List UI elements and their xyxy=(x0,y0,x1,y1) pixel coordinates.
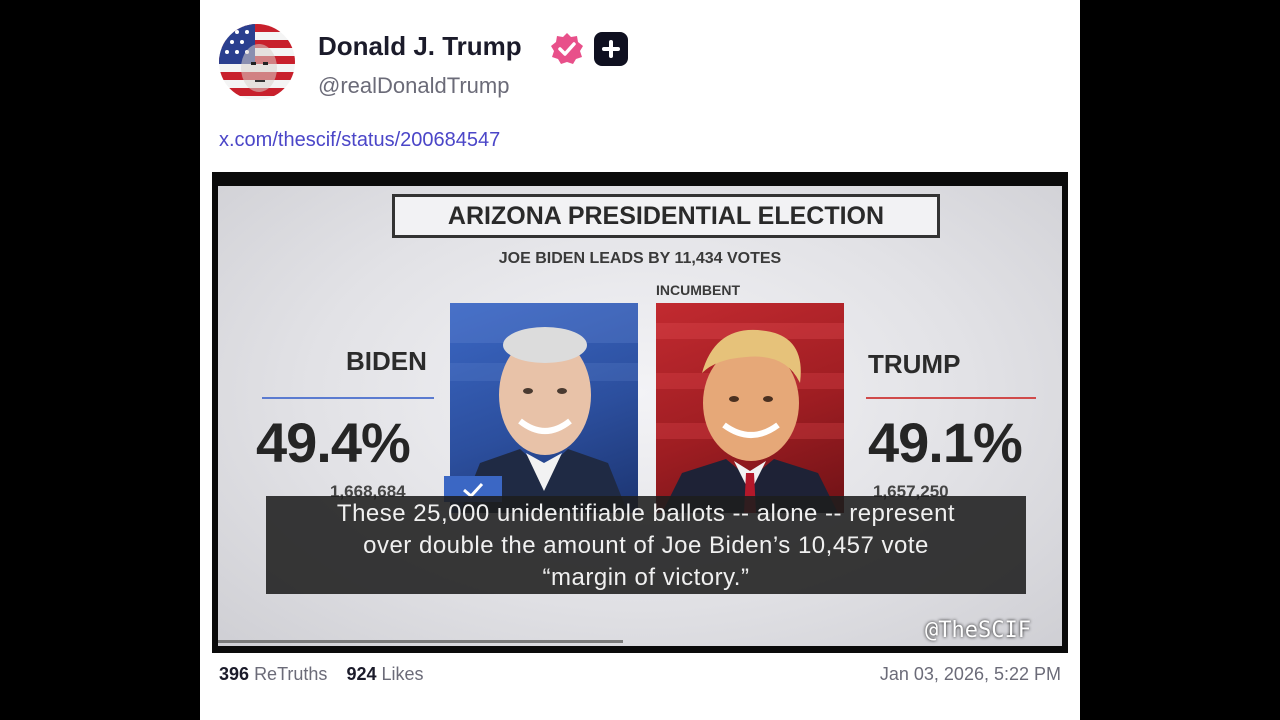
caption-line: over double the amount of Joe Biden’s 10… xyxy=(363,532,929,559)
retruths-count: 396 xyxy=(219,664,250,684)
post-timestamp[interactable]: Jan 03, 2026, 5:22 PM xyxy=(880,664,1061,685)
left-candidate-name: BIDEN xyxy=(346,346,427,376)
likes-stat[interactable]: 924 Likes xyxy=(346,664,423,684)
author-name[interactable]: Donald J. Trump xyxy=(318,31,522,62)
video-caption: These 25,000 unidentifiable ballots -- a… xyxy=(266,496,1026,594)
trump-photo xyxy=(656,303,844,513)
video-frame: ARIZONA PRESIDENTIAL ELECTION JOE BIDEN … xyxy=(218,186,1062,646)
retruths-label: ReTruths xyxy=(254,664,328,684)
engagement-stats: 396 ReTruths 924 Likes xyxy=(219,664,438,685)
video-title: ARIZONA PRESIDENTIAL ELECTION xyxy=(392,194,940,238)
right-candidate-name: TRUMP xyxy=(868,349,961,379)
likes-count: 924 xyxy=(346,664,377,684)
right-candidate-percent: 49.1% xyxy=(868,411,1023,474)
video-subtitle: JOE BIDEN LEADS BY 11,434 VOTES xyxy=(498,250,782,267)
post-link[interactable]: x.com/thescif/status/200684547 xyxy=(219,129,500,152)
caption-line: “margin of victory.” xyxy=(542,564,750,591)
trump-portrait-icon xyxy=(656,323,844,513)
plus-badge-icon xyxy=(594,32,628,66)
right-candidate-rule xyxy=(866,397,1036,399)
video-player[interactable]: ARIZONA PRESIDENTIAL ELECTION JOE BIDEN … xyxy=(212,172,1068,653)
post-card: Donald J. Trump @realDonaldTrump x.com/t… xyxy=(200,0,1080,720)
left-candidate-percent: 49.4% xyxy=(256,411,411,474)
retruths-stat[interactable]: 396 ReTruths xyxy=(219,664,327,684)
avatar[interactable] xyxy=(219,24,295,100)
flag-portrait-icon xyxy=(219,24,295,100)
likes-label: Likes xyxy=(381,664,424,684)
incumbent-label: INCUMBENT xyxy=(656,282,740,298)
video-progress-bar[interactable] xyxy=(218,640,624,643)
watermark: @TheSCIF xyxy=(925,618,1031,643)
left-candidate-rule xyxy=(262,397,434,399)
caption-line: These 25,000 unidentifiable ballots -- a… xyxy=(336,500,956,527)
author-handle[interactable]: @realDonaldTrump xyxy=(318,73,509,99)
verified-badge-icon xyxy=(551,33,583,64)
